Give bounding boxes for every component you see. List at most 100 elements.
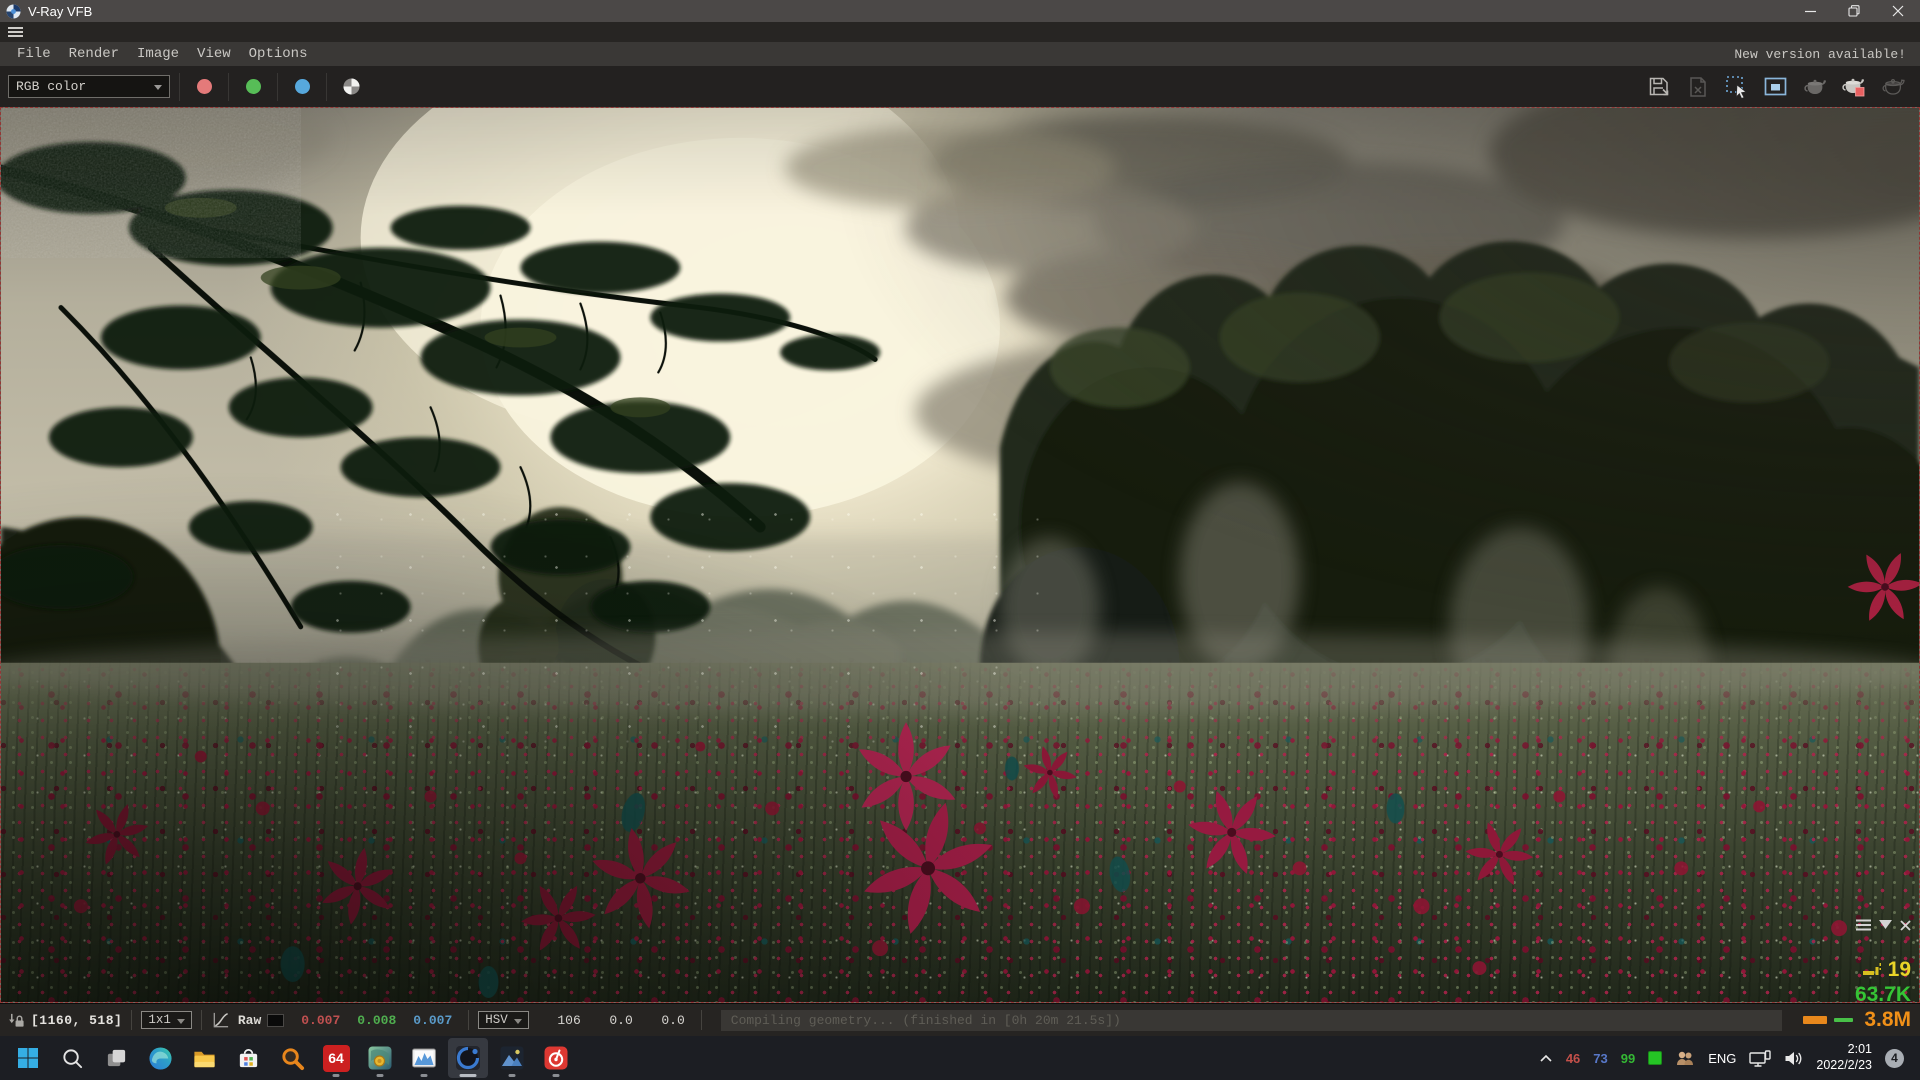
close-button[interactable] <box>1876 0 1920 22</box>
save-disabled-button[interactable] <box>1684 73 1711 100</box>
app-64-icon: 64 <box>322 1044 350 1072</box>
toolbar-separator <box>277 72 278 101</box>
render-last-button[interactable] <box>1801 73 1828 100</box>
restore-button[interactable] <box>1832 0 1876 22</box>
windows-logo-icon <box>18 1048 38 1068</box>
channel-select-dropdown[interactable]: RGB color <box>8 75 170 98</box>
hue-value: 106 <box>557 1012 581 1028</box>
badge-app-icon <box>368 1046 392 1070</box>
toolbar-separator <box>228 72 229 101</box>
film-grain-overlay <box>1 108 301 258</box>
region-render-icon <box>1764 77 1787 96</box>
saturation-value: 0.0 <box>609 1012 633 1028</box>
red-channel-button[interactable] <box>189 72 219 102</box>
stats-collapse-icon[interactable] <box>1879 920 1892 930</box>
stats-close-icon[interactable] <box>1900 919 1911 931</box>
chevron-down-icon <box>176 1018 185 1028</box>
cinema4d-button[interactable] <box>448 1038 488 1078</box>
photos-icon <box>500 1046 524 1070</box>
language-indicator[interactable]: ENG <box>1708 1051 1736 1066</box>
taskbar-search-button[interactable] <box>52 1038 92 1078</box>
tray-stat-red[interactable]: 46 <box>1566 1051 1580 1066</box>
image-file-disabled-icon <box>1689 76 1706 97</box>
raw-blue-value: 0.007 <box>413 1012 453 1028</box>
channel-select-value: RGB color <box>16 79 87 94</box>
menu-bar: File Render Image View Options New versi… <box>0 42 1920 66</box>
render-button[interactable] <box>1840 73 1867 100</box>
render-viewport[interactable] <box>0 107 1920 1003</box>
status-bar: [1160, 518] 1x1 Raw 0.007 0.008 0.007 HS… <box>0 1003 1920 1036</box>
tray-green-square-icon[interactable] <box>1648 1051 1663 1065</box>
stats-meter-icon <box>1862 962 1881 975</box>
region-render-button[interactable] <box>1762 73 1789 100</box>
pixel-inspect-button[interactable] <box>1723 73 1750 100</box>
speaker-icon[interactable] <box>1784 1050 1803 1067</box>
stats-panel-controls <box>1856 919 1911 931</box>
interactive-render-button[interactable] <box>1879 73 1906 100</box>
search-tool-button[interactable] <box>272 1038 312 1078</box>
music-app-button[interactable] <box>536 1038 576 1078</box>
value-value: 0.0 <box>661 1012 685 1028</box>
zoom-select-dropdown[interactable]: 1x1 <box>141 1011 192 1029</box>
green-channel-button[interactable] <box>238 72 268 102</box>
orange-magnifier-icon <box>281 1047 304 1070</box>
microsoft-store-button[interactable] <box>228 1038 268 1078</box>
save-image-button[interactable] <box>1645 73 1672 100</box>
statusbar-separator <box>700 1010 702 1030</box>
checkered-sphere-icon <box>342 78 360 95</box>
edge-icon <box>148 1046 172 1070</box>
display-cast-icon[interactable] <box>1749 1049 1772 1067</box>
menu-view[interactable]: View <box>188 45 240 63</box>
windows-taskbar: 64 46 73 99 ENG 2:01 2022/2/23 4 <box>0 1036 1920 1080</box>
stats-row-1: 19 <box>1862 957 1911 982</box>
chart-app-icon <box>412 1048 436 1068</box>
toolbar-separator <box>179 72 180 101</box>
task-view-button[interactable] <box>96 1038 136 1078</box>
zoom-value: 1x1 <box>148 1013 171 1027</box>
raw-green-value: 0.008 <box>357 1012 397 1028</box>
stats-menu-icon[interactable] <box>1856 919 1871 931</box>
taskbar-clock[interactable]: 2:01 2022/2/23 <box>1816 1042 1872 1073</box>
toolbar-separator <box>326 72 327 101</box>
menu-render[interactable]: Render <box>60 45 128 63</box>
stats-value-1: 19 <box>1887 957 1911 981</box>
cinema4d-icon <box>456 1046 480 1070</box>
tray-chevron-up-icon[interactable] <box>1539 1053 1553 1063</box>
stats-row-2: 63.7K <box>1855 982 1911 1007</box>
new-version-notice[interactable]: New version available! <box>1734 47 1912 62</box>
monitor-app-button[interactable] <box>404 1038 444 1078</box>
teapot-render-icon <box>1842 78 1865 96</box>
blue-channel-button[interactable] <box>287 72 317 102</box>
curve-icon[interactable] <box>211 1011 230 1030</box>
green-bar-icon <box>1834 1017 1854 1022</box>
photos-app-button[interactable] <box>492 1038 532 1078</box>
start-button[interactable] <box>8 1038 48 1078</box>
minimize-button[interactable] <box>1788 0 1832 22</box>
edge-browser-button[interactable] <box>140 1038 180 1078</box>
store-icon <box>239 1048 257 1067</box>
menu-image[interactable]: Image <box>128 45 188 63</box>
tray-stat-blue[interactable]: 73 <box>1593 1051 1607 1066</box>
clock-date: 2022/2/23 <box>1816 1058 1872 1072</box>
stats-value-2: 63.7K <box>1854 982 1911 1006</box>
tray-people-icon[interactable] <box>1675 1050 1695 1066</box>
notification-badge[interactable]: 4 <box>1885 1048 1904 1068</box>
chevron-down-icon <box>513 1018 522 1028</box>
menu-options[interactable]: Options <box>240 45 317 63</box>
colorspace-select-dropdown[interactable]: HSV <box>478 1011 529 1029</box>
stats-row-3: 3.8M <box>1803 1007 1911 1032</box>
hamburger-menu-icon[interactable] <box>6 24 25 40</box>
pixel-pin-icon[interactable] <box>8 1012 25 1029</box>
statusbar-separator <box>131 1010 133 1030</box>
media-app-button[interactable] <box>360 1038 400 1078</box>
marquee-cursor-icon <box>1726 76 1747 99</box>
stats-value-3: 3.8M <box>1864 1007 1911 1031</box>
save-icon <box>1649 77 1668 95</box>
menu-file[interactable]: File <box>8 45 60 63</box>
app-64-button[interactable]: 64 <box>316 1038 356 1078</box>
mono-channel-button[interactable] <box>336 72 366 102</box>
teapot-outline-icon <box>1881 78 1905 95</box>
toolbar-right-group <box>1645 73 1912 100</box>
tray-stat-green[interactable]: 99 <box>1621 1051 1635 1066</box>
file-explorer-button[interactable] <box>184 1038 224 1078</box>
